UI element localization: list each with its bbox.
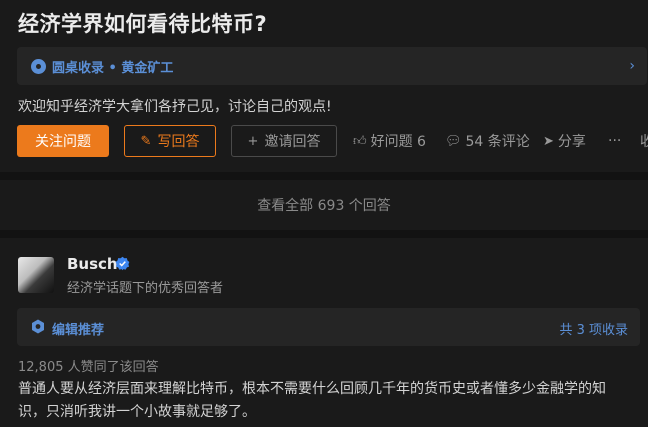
collapse-button[interactable]: 收	[640, 125, 648, 157]
follow-question-button[interactable]: 关注问题	[17, 125, 109, 157]
view-all-answers-button[interactable]: 查看全部 693 个回答	[0, 180, 648, 230]
invite-answer-button[interactable]: + 邀请回答	[231, 125, 337, 157]
question-title[interactable]: 经济学界如何看待比特币?	[18, 8, 267, 38]
write-answer-button[interactable]: ✎ 写回答	[124, 125, 216, 157]
invite-answer-label: 邀请回答	[264, 134, 321, 150]
comments-button[interactable]: 💬︎ 54 条评论	[445, 125, 530, 157]
share-button[interactable]: ➤ 分享	[543, 125, 586, 157]
question-actions: 关注问题 ✎ 写回答 + 邀请回答 👍︎ 好问题 6 💬︎ 54 条评论 ➤ 分…	[17, 125, 648, 157]
good-question-label: 好问题 6	[370, 134, 426, 150]
avatar[interactable]	[18, 257, 54, 293]
more-button[interactable]: ···	[608, 125, 621, 157]
pencil-icon: ✎	[140, 133, 152, 149]
collapse-label: 收	[640, 134, 648, 150]
write-answer-label: 写回答	[157, 134, 200, 150]
roundtable-icon	[31, 58, 46, 74]
share-label: 分享	[557, 134, 586, 150]
roundtable-label: 圆桌收录 • 黄金矿工	[52, 60, 174, 76]
vote-count: 12,805 人赞同了该回答	[18, 360, 159, 375]
more-icon: ···	[608, 133, 622, 149]
hexagon-badge-icon	[32, 319, 44, 334]
editor-recommend-label: 编辑推荐	[52, 323, 105, 338]
comments-label: 54 条评论	[465, 134, 530, 150]
roundtable-banner[interactable]: 圆桌收录 • 黄金矿工 ›	[17, 47, 647, 85]
author-bio: 经济学话题下的优秀回答者	[67, 281, 224, 296]
answer-card: Busch 经济学话题下的优秀回答者 编辑推荐 共 3 项收录 12,805 人…	[0, 238, 648, 427]
answer-content: 普通人要从经济层面来理解比特币，根本不需要什么回顾几千年的货币史或者懂多少金融学…	[18, 381, 606, 420]
question-header: 经济学界如何看待比特币? 圆桌收录 • 黄金矿工 › 欢迎知乎经济学大拿们各抒己…	[0, 0, 648, 172]
question-detail: 欢迎知乎经济学大拿们各抒己见，讨论自己的观点!	[18, 99, 332, 115]
plus-icon: +	[247, 133, 259, 149]
verified-badge-icon	[115, 256, 130, 271]
collection-count[interactable]: 共 3 项收录	[559, 319, 628, 338]
comment-icon: 💬︎	[445, 133, 462, 149]
editor-recommend-bar[interactable]: 编辑推荐 共 3 项收录	[17, 308, 640, 346]
follow-question-label: 关注问题	[35, 134, 91, 150]
chevron-right-icon: ›	[629, 58, 635, 74]
thumbs-up-icon: 👍︎	[353, 133, 367, 149]
send-icon: ➤	[543, 133, 554, 149]
good-question-button[interactable]: 👍︎ 好问题 6	[353, 125, 426, 157]
author-name[interactable]: Busch	[67, 255, 118, 273]
view-all-answers-label: 查看全部 693 个回答	[257, 198, 391, 214]
